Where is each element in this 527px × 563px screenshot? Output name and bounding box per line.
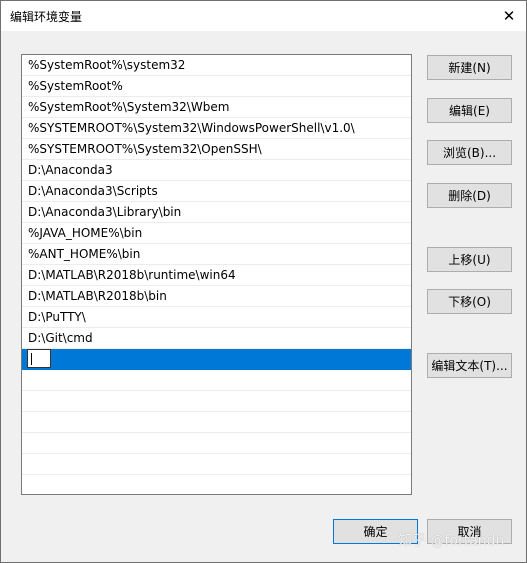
list-item[interactable]: %SystemRoot% <box>22 76 411 97</box>
text-caret <box>31 353 32 365</box>
list-item-text: %SystemRoot%\system32 <box>28 58 186 72</box>
list-item-text: %ANT_HOME%\bin <box>28 247 141 261</box>
list-item[interactable]: %SYSTEMROOT%\System32\OpenSSH\ <box>22 139 411 160</box>
new-entry-row[interactable] <box>22 349 411 370</box>
delete-button[interactable]: 删除(D) <box>427 183 512 208</box>
list-item-text: %SYSTEMROOT%\System32\WindowsPowerShell\… <box>28 121 355 135</box>
list-item-text: D:\Anaconda3\Library\bin <box>28 205 182 219</box>
window-title: 编辑环境变量 <box>10 10 83 24</box>
list-item-text: D:\Anaconda3\Scripts <box>28 184 158 198</box>
move-up-button[interactable]: 上移(U) <box>427 247 512 272</box>
list-item-text: %SYSTEMROOT%\System32\OpenSSH\ <box>28 142 262 156</box>
list-item-text: %SystemRoot% <box>28 79 123 93</box>
edit-button[interactable]: 编辑(E) <box>427 98 512 123</box>
list-item[interactable]: D:\Anaconda3\Scripts <box>22 181 411 202</box>
empty-row[interactable] <box>22 412 411 433</box>
list-item-text: D:\MATLAB\R2018b\runtime\win64 <box>28 268 236 282</box>
list-item[interactable]: %SYSTEMROOT%\System32\WindowsPowerShell\… <box>22 118 411 139</box>
list-item[interactable]: %ANT_HOME%\bin <box>22 244 411 265</box>
empty-row[interactable] <box>22 370 411 391</box>
empty-row[interactable] <box>22 475 411 494</box>
list-item-text: %SystemRoot%\System32\Wbem <box>28 100 230 114</box>
list-item[interactable]: D:\MATLAB\R2018b\bin <box>22 286 411 307</box>
close-icon[interactable]: ✕ <box>492 1 526 31</box>
list-item-text: %JAVA_HOME%\bin <box>28 226 143 240</box>
list-item[interactable]: D:\Anaconda3\Library\bin <box>22 202 411 223</box>
watermark: 知乎 @fortandh <box>398 533 505 549</box>
list-item-text: D:\Anaconda3 <box>28 163 113 177</box>
list-item[interactable]: %JAVA_HOME%\bin <box>22 223 411 244</box>
list-item-text: D:\MATLAB\R2018b\bin <box>28 289 167 303</box>
browse-button[interactable]: 浏览(B)... <box>427 140 512 165</box>
list-item[interactable]: D:\PuTTY\ <box>22 307 411 328</box>
empty-row[interactable] <box>22 433 411 454</box>
title-bar[interactable]: 编辑环境变量 ✕ <box>1 1 526 31</box>
edit-text-button[interactable]: 编辑文本(T)... <box>427 353 512 378</box>
path-list[interactable]: %SystemRoot%\system32 %SystemRoot% %Syst… <box>21 54 412 495</box>
empty-row[interactable] <box>22 391 411 412</box>
list-item[interactable]: %SystemRoot%\System32\Wbem <box>22 97 411 118</box>
empty-row[interactable] <box>22 454 411 475</box>
list-item[interactable]: %SystemRoot%\system32 <box>22 55 411 76</box>
list-item[interactable]: D:\MATLAB\R2018b\runtime\win64 <box>22 265 411 286</box>
list-item[interactable]: D:\Git\cmd <box>22 328 411 349</box>
move-down-button[interactable]: 下移(O) <box>427 289 512 314</box>
list-item[interactable]: D:\Anaconda3 <box>22 160 411 181</box>
new-button[interactable]: 新建(N) <box>427 55 512 80</box>
list-item-text: D:\PuTTY\ <box>28 310 86 324</box>
edit-env-var-dialog: 编辑环境变量 ✕ %SystemRoot%\system32 %SystemRo… <box>0 0 527 563</box>
list-item-text: D:\Git\cmd <box>28 331 93 345</box>
new-entry-input[interactable] <box>27 349 51 368</box>
